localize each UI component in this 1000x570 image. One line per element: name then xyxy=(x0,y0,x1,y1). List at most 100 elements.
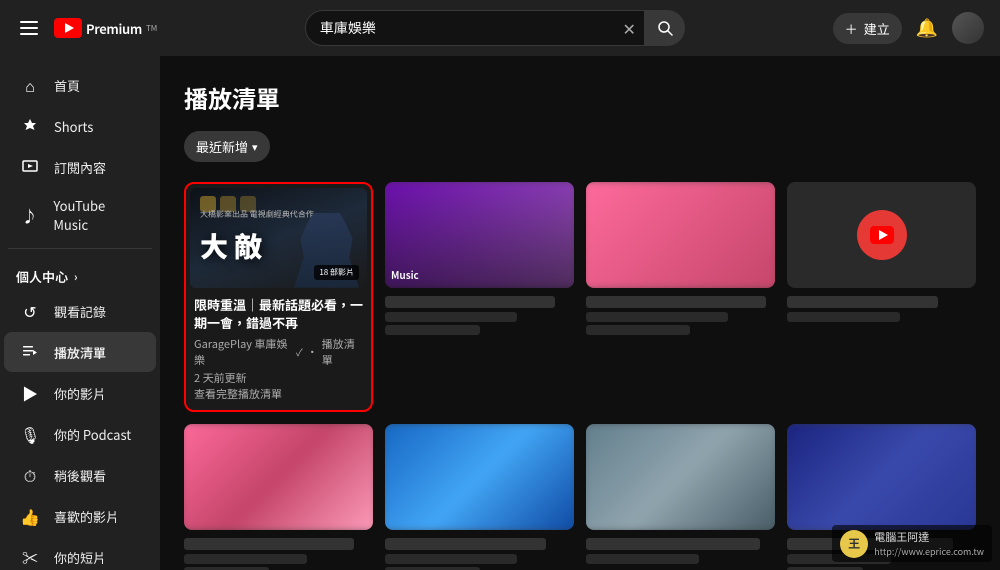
app-header: Premium TM ✕ ＋ 建立 🔔 xyxy=(0,0,1000,56)
sidebar-item-shorts[interactable]: Shorts xyxy=(4,106,156,146)
sidebar-playlists-label: 播放清單 xyxy=(54,343,106,362)
search-icon xyxy=(657,20,673,36)
video-info-5 xyxy=(184,530,373,570)
chevron-right-icon: › xyxy=(74,269,78,285)
sidebar-item-ytmusic[interactable]: ♪ YouTube Music xyxy=(4,188,156,242)
featured-thumb-bg: 大橋影業出品 電視劇經典代合作 大敵 18 部影片 xyxy=(190,188,367,288)
search-input[interactable] xyxy=(306,18,615,38)
personal-section-title[interactable]: 個人中心 › xyxy=(0,255,160,290)
search-button[interactable] xyxy=(645,10,685,46)
channel-logo xyxy=(857,210,907,260)
search-clear-icon[interactable]: ✕ xyxy=(615,16,644,40)
video-info-6 xyxy=(385,530,574,570)
video-meta-2 xyxy=(385,312,517,322)
playlist-type: 播放清單 xyxy=(322,336,363,368)
video-thumbnail-4 xyxy=(787,182,976,288)
youtube-logo-icon xyxy=(54,18,82,38)
sidebar-item-your-videos[interactable]: ▶ 你的影片 xyxy=(4,373,156,413)
video-title-3 xyxy=(586,296,766,308)
sidebar-shorts-label: Shorts xyxy=(54,117,93,136)
video-title-6 xyxy=(385,538,546,550)
channel-name: GaragePlay 車庫娛樂 xyxy=(194,336,292,368)
header-left: Premium TM xyxy=(16,17,157,39)
subscriptions-icon xyxy=(20,155,40,179)
filter-recent-button[interactable]: 最近新增 ▾ xyxy=(184,131,270,162)
watermark: 王 電腦王阿達 http://www.eprice.com.tw xyxy=(832,525,992,562)
video-thumbnail-7 xyxy=(586,424,775,530)
filter-bar: 最近新增 ▾ xyxy=(184,131,976,162)
sidebar-item-home[interactable]: ⌂ 首頁 xyxy=(4,65,156,105)
main-content: 播放清單 最近新增 ▾ xyxy=(160,56,1000,570)
create-button[interactable]: ＋ 建立 xyxy=(833,13,902,44)
featured-info: 限時重溫｜最新話題必看，一期一會，錯過不再 GaragePlay 車庫娛樂 ✓ … xyxy=(190,288,367,406)
video-card-5[interactable] xyxy=(184,424,373,570)
film-title-text: 大敵 xyxy=(200,226,268,266)
featured-view-all: 查看完整播放清單 xyxy=(194,386,363,402)
video-meta-5 xyxy=(184,554,307,564)
sidebar-subscriptions-label: 訂閱內容 xyxy=(54,158,106,177)
sidebar-item-history[interactable]: ↺ 觀看記錄 xyxy=(4,291,156,331)
card2-label: Music xyxy=(391,267,568,282)
playlist-icon xyxy=(20,340,40,364)
film-count-badge: 18 部影片 xyxy=(314,265,359,280)
sidebar-item-subscriptions[interactable]: 訂閱內容 xyxy=(4,147,156,187)
dropdown-arrow-icon: ▾ xyxy=(252,139,258,155)
create-label: 建立 xyxy=(864,19,890,38)
video-meta2-3 xyxy=(586,325,690,335)
video-grid: 大橋影業出品 電視劇經典代合作 大敵 18 部影片 xyxy=(184,182,976,570)
video-card-4[interactable] xyxy=(787,182,976,412)
sidebar-item-playlists[interactable]: 播放清單 xyxy=(4,332,156,372)
sidebar-item-your-shorts[interactable]: ✂ 你的短片 xyxy=(4,537,156,570)
video-card-6[interactable] xyxy=(385,424,574,570)
video-card-2[interactable]: Music xyxy=(385,182,574,412)
video-meta-7 xyxy=(586,554,699,564)
video-meta-6 xyxy=(385,554,517,564)
bell-icon: 🔔 xyxy=(916,18,938,38)
your-videos-icon: ▶ xyxy=(20,381,40,405)
logo-container[interactable]: Premium TM xyxy=(54,18,157,38)
history-icon: ↺ xyxy=(20,299,40,323)
video-meta-4 xyxy=(787,312,900,322)
search-bar: ✕ xyxy=(305,10,645,46)
sidebar-podcast-label: 你的 Podcast xyxy=(54,425,131,444)
sidebar-item-watch-later[interactable]: ⏱ 稍後觀看 xyxy=(4,455,156,495)
sidebar-history-label: 觀看記錄 xyxy=(54,302,106,321)
video-title-2 xyxy=(385,296,555,308)
video-thumbnail-2: Music xyxy=(385,182,574,288)
ytmusic-icon: ♪ xyxy=(20,203,39,227)
sidebar: ⌂ 首頁 Shorts 訂閱內容 ♪ YouTube Music 個人中心 › … xyxy=(0,56,160,570)
video-info-2 xyxy=(385,288,574,339)
video-thumbnail-6 xyxy=(385,424,574,530)
featured-card[interactable]: 大橋影業出品 電視劇經典代合作 大敵 18 部影片 xyxy=(184,182,373,412)
video-card-7[interactable] xyxy=(586,424,775,570)
verified-icon: ✓ xyxy=(296,344,303,359)
video-title-5 xyxy=(184,538,354,550)
watermark-url: http://www.eprice.com.tw xyxy=(874,545,984,558)
search-container: ✕ xyxy=(173,10,816,46)
featured-channel: GaragePlay 車庫娛樂 ✓ · 播放清單 xyxy=(194,336,363,368)
podcast-icon: 🎙 xyxy=(20,422,40,446)
sidebar-home-label: 首頁 xyxy=(54,76,80,95)
notification-button[interactable]: 🔔 xyxy=(910,12,944,45)
video-thumbnail-3 xyxy=(586,182,775,288)
sidebar-item-liked[interactable]: 👍 喜歡的影片 xyxy=(4,496,156,536)
plus-icon: ＋ xyxy=(845,19,858,38)
avatar[interactable] xyxy=(952,12,984,44)
video-thumbnail-8 xyxy=(787,424,976,530)
featured-date: 2 天前更新 xyxy=(194,370,363,386)
page-title: 播放清單 xyxy=(184,80,976,115)
liked-icon: 👍 xyxy=(20,504,40,528)
sidebar-divider-1 xyxy=(8,248,152,249)
video-thumbnail-5 xyxy=(184,424,373,530)
watermark-site: 電腦王阿達 xyxy=(874,529,984,545)
featured-title: 限時重溫｜最新話題必看，一期一會，錯過不再 xyxy=(194,296,363,332)
your-shorts-icon: ✂ xyxy=(20,545,40,569)
filter-label: 最近新增 xyxy=(196,137,248,156)
sidebar-item-podcast[interactable]: 🎙 你的 Podcast xyxy=(4,414,156,454)
home-icon: ⌂ xyxy=(20,73,40,97)
sidebar-yourshorts-label: 你的短片 xyxy=(54,548,106,567)
video-info-3 xyxy=(586,288,775,339)
hamburger-button[interactable] xyxy=(16,17,42,39)
video-info-4 xyxy=(787,288,976,326)
video-card-3[interactable] xyxy=(586,182,775,412)
